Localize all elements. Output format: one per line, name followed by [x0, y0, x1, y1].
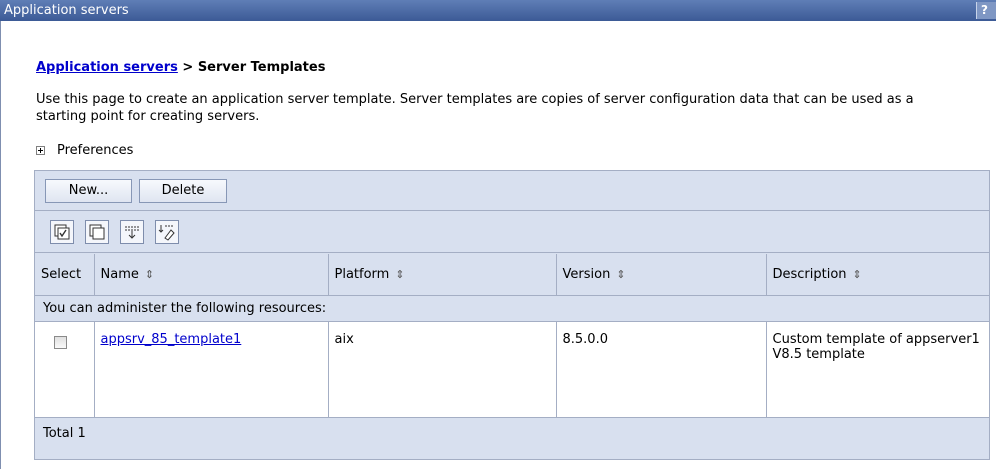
description-cell: Custom template of appserver1 V8.5 templ…	[766, 321, 989, 418]
clear-filter-icon[interactable]	[155, 220, 179, 244]
row-select-checkbox[interactable]	[54, 335, 67, 349]
sort-arrows-icon[interactable]: ⇕	[145, 268, 154, 281]
breadcrumb-separator: >	[177, 60, 198, 75]
delete-button[interactable]: Delete	[139, 179, 227, 203]
column-header-name[interactable]: Name ⇕	[94, 254, 329, 296]
sort-arrows-icon[interactable]: ⇕	[616, 268, 625, 281]
icon-toolbar	[35, 212, 989, 253]
total-count: Total 1	[35, 417, 989, 450]
column-header-platform[interactable]: Platform ⇕	[328, 254, 557, 296]
window-title-bar: Application servers ?	[0, 0, 996, 21]
version-cell: 8.5.0.0	[556, 321, 767, 418]
template-name-link[interactable]: appsrv_85_template1	[101, 332, 242, 347]
resources-notice: You can administer the following resourc…	[35, 295, 989, 322]
sort-arrows-icon[interactable]: ⇕	[853, 268, 862, 281]
deselect-all-icon[interactable]	[85, 220, 109, 244]
new-button[interactable]: New...	[45, 179, 132, 203]
table-header-row: Select Name ⇕ Platform ⇕ Version ⇕ Descript…	[35, 254, 989, 296]
name-cell: appsrv_85_template1	[94, 321, 329, 418]
preferences-label[interactable]: Preferences	[57, 143, 133, 158]
select-all-icon[interactable]	[50, 220, 74, 244]
breadcrumb-current: Server Templates	[197, 60, 326, 75]
help-icon[interactable]: ?	[976, 2, 996, 19]
left-border	[0, 21, 1, 469]
preferences-toggle[interactable]: Preferences	[36, 143, 133, 158]
sort-arrows-icon[interactable]: ⇕	[395, 268, 404, 281]
show-filter-icon[interactable]	[120, 220, 144, 244]
column-header-version[interactable]: Version ⇕	[556, 254, 767, 296]
table-total-row: Total 1	[35, 417, 989, 450]
breadcrumb: Application servers > Server Templates	[36, 60, 325, 75]
plus-box-icon[interactable]	[36, 146, 45, 155]
page-description: Use this page to create an application s…	[36, 92, 914, 124]
column-header-description[interactable]: Description ⇕	[766, 254, 989, 296]
table-row: appsrv_85_template1 aix 8.5.0.0 Custom t…	[35, 321, 989, 418]
platform-cell: aix	[328, 321, 557, 418]
table-notice-row: You can administer the following resourc…	[35, 295, 989, 322]
window-title: Application servers	[4, 3, 129, 18]
button-toolbar: New... Delete	[35, 171, 989, 211]
breadcrumb-link-application-servers[interactable]: Application servers	[36, 60, 178, 75]
collection-panel: New... Delete Select Name ⇕ Platform ⇕ V…	[34, 170, 990, 460]
column-header-select: Select	[35, 254, 95, 296]
select-cell	[35, 321, 95, 418]
server-templates-table: Select Name ⇕ Platform ⇕ Version ⇕ Descript…	[35, 254, 989, 450]
